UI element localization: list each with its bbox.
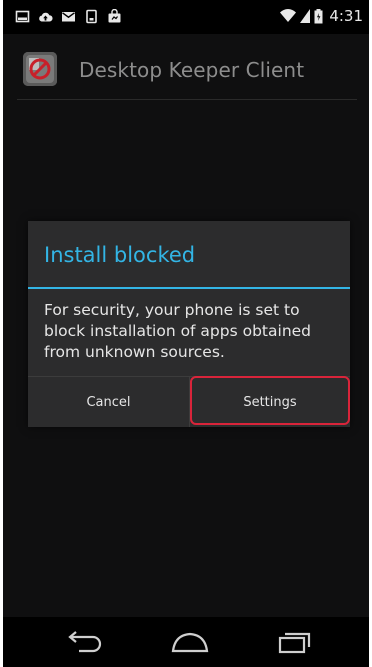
phone-screen: 4:31 Desktop Keeper Client Install block…	[3, 0, 369, 667]
home-icon[interactable]	[170, 629, 210, 655]
settings-highlight-box	[190, 376, 350, 425]
action-bar: Desktop Keeper Client	[3, 34, 369, 100]
dialog-title: Install blocked	[44, 243, 196, 267]
app-title: Desktop Keeper Client	[79, 58, 305, 82]
mail-icon	[62, 12, 75, 22]
dialog-message: For security, your phone is set to block…	[44, 301, 312, 361]
navigation-bar	[3, 617, 369, 667]
wifi-icon	[280, 9, 297, 22]
action-bar-divider	[17, 99, 357, 100]
dialog-title-divider	[28, 287, 350, 289]
cancel-button[interactable]: Cancel	[28, 377, 189, 427]
signal-icon	[300, 9, 311, 23]
sim-card-icon	[86, 9, 97, 24]
image-icon	[15, 10, 30, 23]
bag-icon	[108, 9, 121, 23]
status-time: 4:31	[329, 7, 363, 25]
cloud-upload-icon	[39, 12, 53, 22]
app-icon	[23, 52, 57, 86]
recent-apps-icon[interactable]	[274, 629, 314, 655]
battery-icon	[314, 8, 323, 23]
back-icon[interactable]	[65, 629, 105, 655]
status-bar: 4:31	[3, 0, 369, 34]
